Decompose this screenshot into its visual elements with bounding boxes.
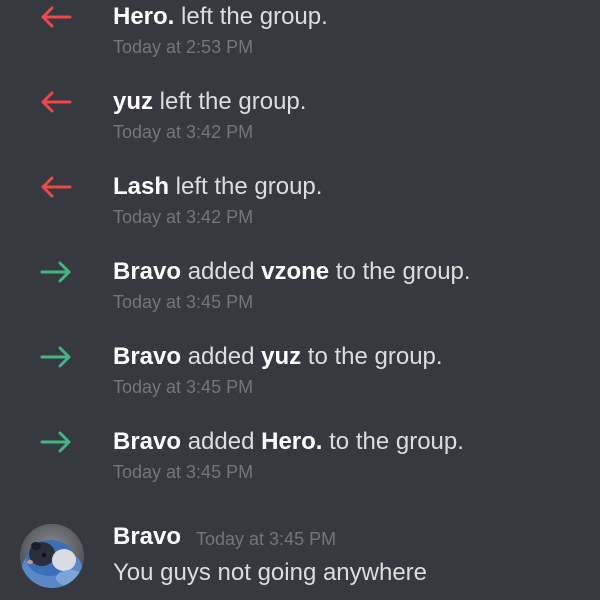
system-message-text: Bravo added Hero. to the group. <box>113 427 464 457</box>
system-message-text: Bravo added yuz to the group. <box>113 342 443 372</box>
chat-log: Hero. left the group. Today at 2:53 PM y… <box>0 0 600 600</box>
event-text: added <box>181 428 262 455</box>
system-message-leave: yuz left the group. Today at 3:42 PM <box>0 87 600 157</box>
system-message-text: Hero. left the group. <box>113 2 328 32</box>
guinea-pig-avatar-image <box>20 524 84 588</box>
event-text: left the group. <box>153 88 307 115</box>
timestamp: Today at 3:45 PM <box>113 377 254 397</box>
username[interactable]: Bravo <box>113 258 181 285</box>
event-text: left the group. <box>169 173 323 200</box>
right-arrow-icon <box>40 346 71 368</box>
event-text: to the group. <box>301 343 443 370</box>
username[interactable]: Hero. <box>113 3 174 30</box>
target-username[interactable]: vzone <box>261 258 329 285</box>
left-arrow-icon <box>41 91 72 113</box>
username[interactable]: Bravo <box>113 428 181 455</box>
event-text: added <box>181 258 262 285</box>
target-username[interactable]: Hero. <box>261 428 322 455</box>
target-username[interactable]: yuz <box>261 343 301 370</box>
username[interactable]: Lash <box>113 173 169 200</box>
system-message-text: Lash left the group. <box>113 172 322 202</box>
event-text: added <box>181 343 262 370</box>
message-timestamp: Today at 3:45 PM <box>196 529 337 549</box>
message-content: You guys not going anywhere <box>113 559 428 586</box>
timestamp: Today at 3:42 PM <box>113 122 254 142</box>
username[interactable]: yuz <box>113 88 153 115</box>
left-arrow-icon <box>41 176 72 198</box>
avatar[interactable] <box>20 524 84 588</box>
message-author[interactable]: Bravo <box>113 522 181 552</box>
chat-message: Bravo Today at 3:45 PM You guys not goin… <box>0 518 600 600</box>
system-message-leave: Hero. left the group. Today at 2:53 PM <box>0 2 600 72</box>
timestamp: Today at 3:45 PM <box>113 292 254 312</box>
system-message-join: Bravo added Hero. to the group. Today at… <box>0 427 600 497</box>
event-text: to the group. <box>329 258 471 285</box>
system-message-text: yuz left the group. <box>113 87 306 117</box>
username[interactable]: Bravo <box>113 343 181 370</box>
system-message-leave: Lash left the group. Today at 3:42 PM <box>0 172 600 242</box>
event-text: left the group. <box>174 3 328 30</box>
timestamp: Today at 3:42 PM <box>113 207 254 227</box>
system-message-text: Bravo added vzone to the group. <box>113 257 471 287</box>
event-text: to the group. <box>322 428 464 455</box>
system-message-join: Bravo added vzone to the group. Today at… <box>0 257 600 327</box>
left-arrow-icon <box>41 6 72 28</box>
system-message-join: Bravo added yuz to the group. Today at 3… <box>0 342 600 412</box>
right-arrow-icon <box>40 431 71 453</box>
timestamp: Today at 2:53 PM <box>113 37 254 57</box>
right-arrow-icon <box>40 261 71 283</box>
timestamp: Today at 3:45 PM <box>113 462 254 482</box>
